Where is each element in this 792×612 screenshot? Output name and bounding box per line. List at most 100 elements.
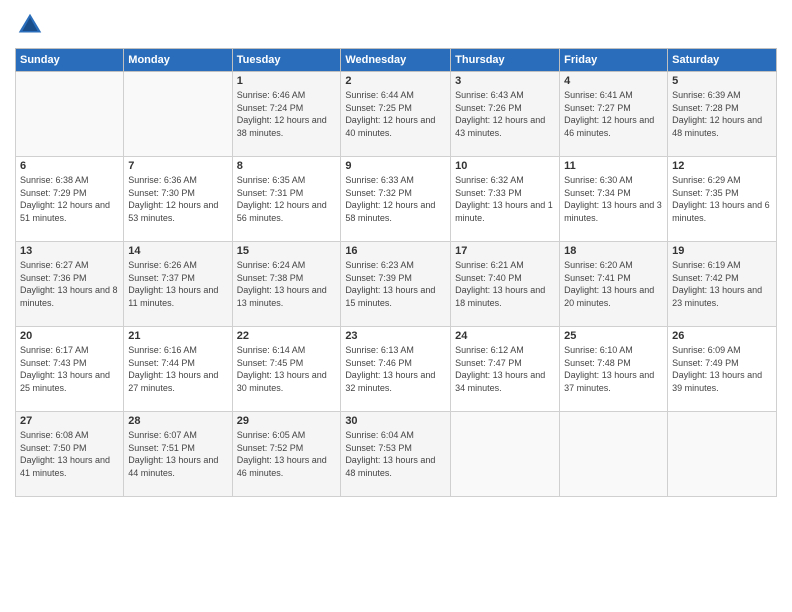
- calendar-cell: [560, 412, 668, 497]
- day-number: 16: [345, 245, 446, 257]
- calendar-cell: [124, 72, 232, 157]
- calendar-cell: 26Sunrise: 6:09 AM Sunset: 7:49 PM Dayli…: [668, 327, 777, 412]
- day-info: Sunrise: 6:27 AM Sunset: 7:36 PM Dayligh…: [20, 259, 119, 309]
- day-number: 24: [455, 330, 555, 342]
- calendar-cell: 5 Sunrise: 6:39 AM Sunset: 7:28 PM Daylig…: [668, 72, 777, 157]
- logo-icon: [15, 10, 45, 40]
- calendar-cell: 2 Sunrise: 6:44 AM Sunset: 7:25 PM Daylig…: [341, 72, 451, 157]
- day-info: Sunrise: 6:10 AM Sunset: 7:48 PM Dayligh…: [564, 344, 663, 394]
- day-info: Sunrise: 6:16 AM Sunset: 7:44 PM Dayligh…: [128, 344, 227, 394]
- day-number: 9: [345, 160, 446, 172]
- day-info: Sunrise: 6:33 AM Sunset: 7:32 PM Dayligh…: [345, 174, 446, 224]
- day-info: Sunrise: 6:30 AM Sunset: 7:34 PM Dayligh…: [564, 174, 663, 224]
- calendar-week-row: 6 Sunrise: 6:38 AM Sunset: 7:29 PM Daylig…: [16, 157, 777, 242]
- day-number: 28: [128, 415, 227, 427]
- calendar-cell: 29 Sunrise: 6:05 AM Sunset: 7:52 PM Dayli…: [232, 412, 341, 497]
- day-number: 23: [345, 330, 446, 342]
- day-info: Sunrise: 6:17 AM Sunset: 7:43 PM Dayligh…: [20, 344, 119, 394]
- calendar-cell: 14 Sunrise: 6:26 AM Sunset: 7:37 PM Dayli…: [124, 242, 232, 327]
- page: SundayMondayTuesdayWednesdayThursdayFrid…: [0, 0, 792, 612]
- day-info: Sunrise: 6:32 AM Sunset: 7:33 PM Dayligh…: [455, 174, 555, 224]
- calendar-cell: 21 Sunrise: 6:16 AM Sunset: 7:44 PM Dayli…: [124, 327, 232, 412]
- calendar-week-row: 20 Sunrise: 6:17 AM Sunset: 7:43 PM Dayli…: [16, 327, 777, 412]
- day-info: Sunrise: 6:13 AM Sunset: 7:46 PM Dayligh…: [345, 344, 446, 394]
- day-number: 19: [672, 245, 772, 257]
- calendar-header-row: SundayMondayTuesdayWednesdayThursdayFrid…: [16, 49, 777, 72]
- day-number: 22: [237, 330, 337, 342]
- day-of-week-wednesday: Wednesday: [341, 49, 451, 72]
- day-number: 2: [345, 75, 446, 87]
- calendar-cell: 10Sunrise: 6:32 AM Sunset: 7:33 PM Dayli…: [451, 157, 560, 242]
- day-number: 30: [345, 415, 446, 427]
- day-number: 25: [564, 330, 663, 342]
- calendar-cell: 15 Sunrise: 6:24 AM Sunset: 7:38 PM Dayli…: [232, 242, 341, 327]
- calendar-cell: 20 Sunrise: 6:17 AM Sunset: 7:43 PM Dayli…: [16, 327, 124, 412]
- calendar-cell: 3 Sunrise: 6:43 AM Sunset: 7:26 PM Daylig…: [451, 72, 560, 157]
- day-info: Sunrise: 6:44 AM Sunset: 7:25 PM Dayligh…: [345, 89, 446, 139]
- day-number: 6: [20, 160, 119, 172]
- calendar-cell: [668, 412, 777, 497]
- calendar-cell: 23 Sunrise: 6:13 AM Sunset: 7:46 PM Dayli…: [341, 327, 451, 412]
- day-info: Sunrise: 6:21 AM Sunset: 7:40 PM Dayligh…: [455, 259, 555, 309]
- day-info: Sunrise: 6:12 AM Sunset: 7:47 PM Dayligh…: [455, 344, 555, 394]
- day-number: 1: [237, 75, 337, 87]
- day-of-week-thursday: Thursday: [451, 49, 560, 72]
- calendar-cell: 11 Sunrise: 6:30 AM Sunset: 7:34 PM Dayli…: [560, 157, 668, 242]
- day-info: Sunrise: 6:38 AM Sunset: 7:29 PM Dayligh…: [20, 174, 119, 224]
- day-of-week-saturday: Saturday: [668, 49, 777, 72]
- calendar-week-row: 27Sunrise: 6:08 AM Sunset: 7:50 PM Dayli…: [16, 412, 777, 497]
- day-number: 14: [128, 245, 227, 257]
- calendar-cell: 27Sunrise: 6:08 AM Sunset: 7:50 PM Dayli…: [16, 412, 124, 497]
- day-info: Sunrise: 6:35 AM Sunset: 7:31 PM Dayligh…: [237, 174, 337, 224]
- calendar-cell: 22 Sunrise: 6:14 AM Sunset: 7:45 PM Dayli…: [232, 327, 341, 412]
- calendar-cell: 16 Sunrise: 6:23 AM Sunset: 7:39 PM Dayli…: [341, 242, 451, 327]
- calendar-cell: 4Sunrise: 6:41 AM Sunset: 7:27 PM Daylig…: [560, 72, 668, 157]
- day-number: 12: [672, 160, 772, 172]
- day-info: Sunrise: 6:14 AM Sunset: 7:45 PM Dayligh…: [237, 344, 337, 394]
- day-info: Sunrise: 6:24 AM Sunset: 7:38 PM Dayligh…: [237, 259, 337, 309]
- calendar-cell: 28Sunrise: 6:07 AM Sunset: 7:51 PM Dayli…: [124, 412, 232, 497]
- day-number: 29: [237, 415, 337, 427]
- day-info: Sunrise: 6:23 AM Sunset: 7:39 PM Dayligh…: [345, 259, 446, 309]
- calendar-cell: 7Sunrise: 6:36 AM Sunset: 7:30 PM Daylig…: [124, 157, 232, 242]
- day-info: Sunrise: 6:39 AM Sunset: 7:28 PM Dayligh…: [672, 89, 772, 139]
- day-of-week-monday: Monday: [124, 49, 232, 72]
- day-info: Sunrise: 6:19 AM Sunset: 7:42 PM Dayligh…: [672, 259, 772, 309]
- header: [15, 10, 777, 40]
- day-of-week-sunday: Sunday: [16, 49, 124, 72]
- day-number: 20: [20, 330, 119, 342]
- day-number: 15: [237, 245, 337, 257]
- calendar-cell: 25 Sunrise: 6:10 AM Sunset: 7:48 PM Dayli…: [560, 327, 668, 412]
- day-info: Sunrise: 6:41 AM Sunset: 7:27 PM Dayligh…: [564, 89, 663, 139]
- day-number: 18: [564, 245, 663, 257]
- calendar-week-row: 1 Sunrise: 6:46 AM Sunset: 7:24 PM Daylig…: [16, 72, 777, 157]
- day-number: 3: [455, 75, 555, 87]
- calendar-cell: 19 Sunrise: 6:19 AM Sunset: 7:42 PM Dayli…: [668, 242, 777, 327]
- logo: [15, 10, 49, 40]
- calendar-cell: 12 Sunrise: 6:29 AM Sunset: 7:35 PM Dayli…: [668, 157, 777, 242]
- calendar-table: SundayMondayTuesdayWednesdayThursdayFrid…: [15, 48, 777, 497]
- day-info: Sunrise: 6:09 AM Sunset: 7:49 PM Dayligh…: [672, 344, 772, 394]
- day-info: Sunrise: 6:20 AM Sunset: 7:41 PM Dayligh…: [564, 259, 663, 309]
- day-number: 8: [237, 160, 337, 172]
- calendar-cell: [16, 72, 124, 157]
- day-of-week-friday: Friday: [560, 49, 668, 72]
- day-number: 21: [128, 330, 227, 342]
- day-info: Sunrise: 6:46 AM Sunset: 7:24 PM Dayligh…: [237, 89, 337, 139]
- calendar-cell: 6 Sunrise: 6:38 AM Sunset: 7:29 PM Daylig…: [16, 157, 124, 242]
- day-number: 17: [455, 245, 555, 257]
- day-info: Sunrise: 6:05 AM Sunset: 7:52 PM Dayligh…: [237, 429, 337, 479]
- calendar-cell: 18 Sunrise: 6:20 AM Sunset: 7:41 PM Dayli…: [560, 242, 668, 327]
- calendar-cell: 24 Sunrise: 6:12 AM Sunset: 7:47 PM Dayli…: [451, 327, 560, 412]
- day-info: Sunrise: 6:29 AM Sunset: 7:35 PM Dayligh…: [672, 174, 772, 224]
- day-number: 13: [20, 245, 119, 257]
- day-info: Sunrise: 6:36 AM Sunset: 7:30 PM Dayligh…: [128, 174, 227, 224]
- calendar-cell: 13 Sunrise: 6:27 AM Sunset: 7:36 PM Dayli…: [16, 242, 124, 327]
- day-number: 11: [564, 160, 663, 172]
- calendar-week-row: 13 Sunrise: 6:27 AM Sunset: 7:36 PM Dayli…: [16, 242, 777, 327]
- day-number: 27: [20, 415, 119, 427]
- day-info: Sunrise: 6:43 AM Sunset: 7:26 PM Dayligh…: [455, 89, 555, 139]
- day-number: 5: [672, 75, 772, 87]
- calendar-cell: 9 Sunrise: 6:33 AM Sunset: 7:32 PM Daylig…: [341, 157, 451, 242]
- day-info: Sunrise: 6:26 AM Sunset: 7:37 PM Dayligh…: [128, 259, 227, 309]
